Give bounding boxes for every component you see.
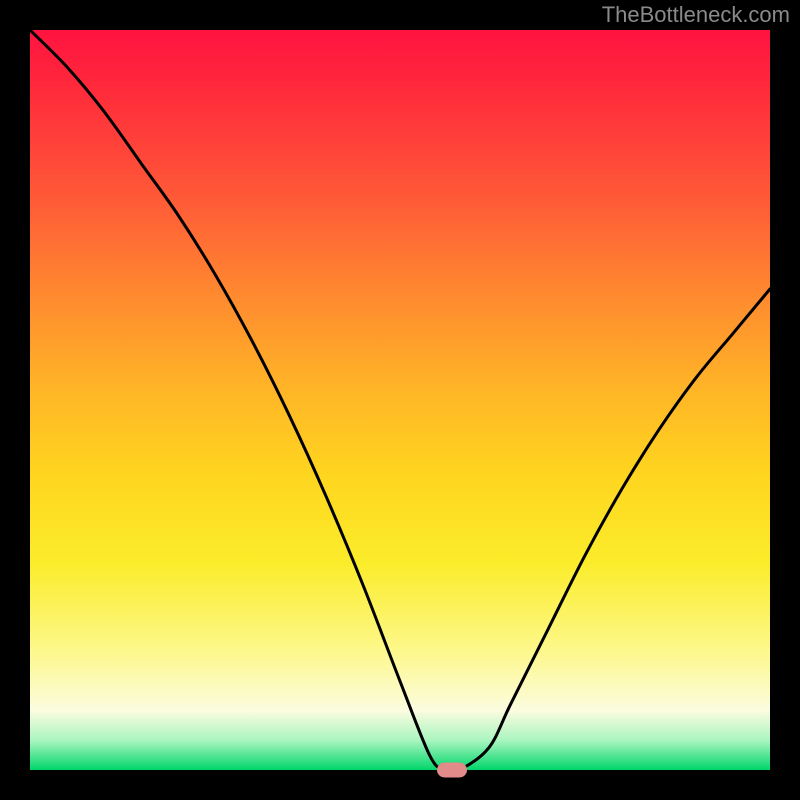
attribution-label: TheBottleneck.com	[602, 2, 790, 28]
bottleneck-curve	[30, 30, 770, 770]
optimum-marker	[437, 763, 467, 778]
chart-frame: TheBottleneck.com	[0, 0, 800, 800]
plot-area	[30, 30, 770, 770]
curve-layer	[30, 30, 770, 770]
